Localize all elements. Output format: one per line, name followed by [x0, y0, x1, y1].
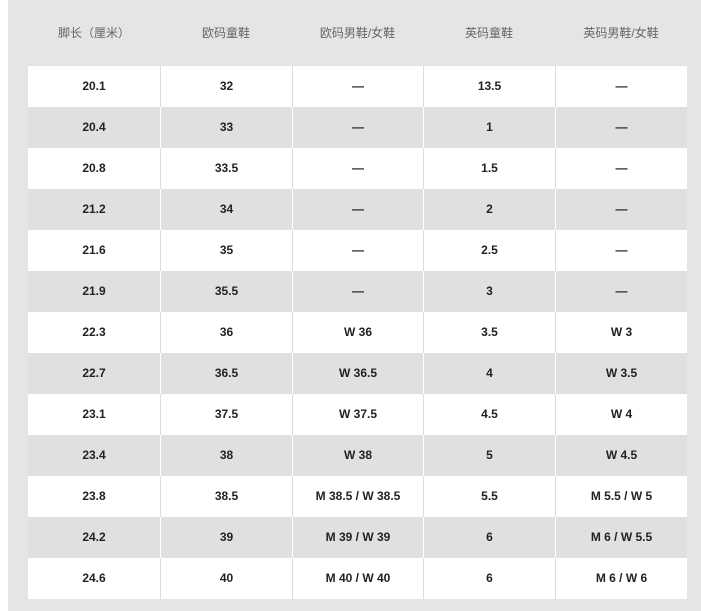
foot-length-cell: 20.4: [82, 120, 106, 134]
foot-length-cell: 21.9: [82, 284, 106, 298]
uk-adult-cell: M 6 / W 6: [555, 558, 687, 599]
uk-kids-cell: 5: [423, 435, 555, 476]
eu-kids-cell: 34: [160, 189, 292, 230]
foot-length-cell: 22.7: [82, 366, 106, 380]
eu-adult-cell: —: [292, 189, 423, 230]
uk-adult-cell: M 6 / W 5.5: [555, 517, 687, 558]
table-row: 22.3 36 W 36 3.5 W 3: [28, 312, 687, 353]
foot-length-cell: 22.3: [82, 325, 106, 339]
foot-length-cell: 20.1: [82, 79, 106, 93]
header-uk-adult: 英码男鞋/女鞋: [583, 26, 659, 40]
table-row: 23.8 38.5 M 38.5 / W 38.5 5.5 M 5.5 / W 5: [28, 476, 687, 517]
uk-kids-cell: 3.5: [423, 312, 555, 353]
eu-kids-cell: 37.5: [160, 394, 292, 435]
table-row: 24.2 39 M 39 / W 39 6 M 6 / W 5.5: [28, 517, 687, 558]
table-header: 脚长（厘米） 欧码童鞋 欧码男鞋/女鞋 英码童鞋 英码男鞋/女鞋: [28, 0, 687, 66]
uk-adult-cell: W 4.5: [555, 435, 687, 476]
uk-kids-cell: 3: [423, 271, 555, 312]
uk-adult-cell: —: [555, 271, 687, 312]
uk-kids-cell: 6: [423, 517, 555, 558]
table-row: 23.4 38 W 38 5 W 4.5: [28, 435, 687, 476]
uk-kids-cell: 2: [423, 189, 555, 230]
eu-adult-cell: —: [292, 148, 423, 189]
eu-kids-cell: 33: [160, 107, 292, 148]
foot-length-cell: 24.2: [82, 530, 106, 544]
header-eu-kids: 欧码童鞋: [201, 26, 250, 40]
eu-adult-cell: M 40 / W 40: [292, 558, 423, 599]
table-row: 21.9 35.5—3—: [28, 271, 687, 312]
uk-kids-cell: 4.5: [423, 394, 555, 435]
table-row: 21.6 35—2.5—: [28, 230, 687, 271]
eu-kids-cell: 35.5: [160, 271, 292, 312]
table-row: 20.8 33.5—1.5—: [28, 148, 687, 189]
foot-length-cell: 24.6: [82, 571, 106, 585]
uk-adult-cell: W 4: [555, 394, 687, 435]
uk-adult-cell: —: [555, 107, 687, 148]
uk-kids-cell: 2.5: [423, 230, 555, 271]
foot-length-cell: 23.4: [82, 448, 106, 462]
uk-kids-cell: 5.5: [423, 476, 555, 517]
table-row: 24.6 40 M 40 / W 40 6 M 6 / W 6: [28, 558, 687, 599]
eu-kids-cell: 38.5: [160, 476, 292, 517]
eu-adult-cell: —: [292, 107, 423, 148]
eu-adult-cell: W 36: [292, 312, 423, 353]
uk-adult-cell: —: [555, 66, 687, 107]
table-row: 20.4 33—1—: [28, 107, 687, 148]
header-uk-kids: 英码童鞋: [464, 26, 513, 40]
foot-length-cell: 23.1: [82, 407, 106, 421]
uk-adult-cell: W 3.5: [555, 353, 687, 394]
header-foot-length: 脚长（厘米）: [57, 26, 130, 40]
foot-length-cell: 23.8: [82, 489, 106, 503]
uk-adult-cell: —: [555, 189, 687, 230]
eu-kids-cell: 32: [160, 66, 292, 107]
table-row: 22.7 36.5 W 36.5 4 W 3.5: [28, 353, 687, 394]
uk-kids-cell: 1: [423, 107, 555, 148]
table-row: 20.1 32—13.5—: [28, 66, 687, 107]
eu-kids-cell: 40: [160, 558, 292, 599]
eu-kids-cell: 39: [160, 517, 292, 558]
eu-adult-cell: —: [292, 271, 423, 312]
eu-kids-cell: 38: [160, 435, 292, 476]
eu-kids-cell: 35: [160, 230, 292, 271]
eu-adult-cell: —: [292, 66, 423, 107]
uk-kids-cell: 13.5: [423, 66, 555, 107]
eu-adult-cell: —: [292, 230, 423, 271]
foot-length-cell: 21.2: [82, 202, 106, 216]
eu-adult-cell: W 38: [292, 435, 423, 476]
uk-kids-cell: 4: [423, 353, 555, 394]
eu-adult-cell: M 38.5 / W 38.5: [292, 476, 423, 517]
foot-length-cell: 21.6: [82, 243, 106, 257]
eu-kids-cell: 36.5: [160, 353, 292, 394]
header-eu-adult: 欧码男鞋/女鞋: [319, 26, 396, 40]
table-row: 23.1 37.5 W 37.5 4.5 W 4: [28, 394, 687, 435]
eu-kids-cell: 33.5: [160, 148, 292, 189]
size-chart-panel: 脚长（厘米） 欧码童鞋 欧码男鞋/女鞋 英码童鞋 英码男鞋/女鞋 20.1 32—…: [8, 0, 701, 611]
eu-kids-cell: 36: [160, 312, 292, 353]
uk-kids-cell: 1.5: [423, 148, 555, 189]
uk-kids-cell: 6: [423, 558, 555, 599]
uk-adult-cell: —: [555, 148, 687, 189]
eu-adult-cell: W 36.5: [292, 353, 423, 394]
eu-adult-cell: W 37.5: [292, 394, 423, 435]
eu-adult-cell: M 39 / W 39: [292, 517, 423, 558]
foot-length-cell: 20.8: [82, 161, 106, 175]
uk-adult-cell: W 3: [555, 312, 687, 353]
uk-adult-cell: —: [555, 230, 687, 271]
table-row: 21.2 34—2—: [28, 189, 687, 230]
size-table: 20.1 32—13.5—20.4 33—1—20.8 33.5—1.5—21.2 34…: [28, 66, 687, 599]
uk-adult-cell: M 5.5 / W 5: [555, 476, 687, 517]
